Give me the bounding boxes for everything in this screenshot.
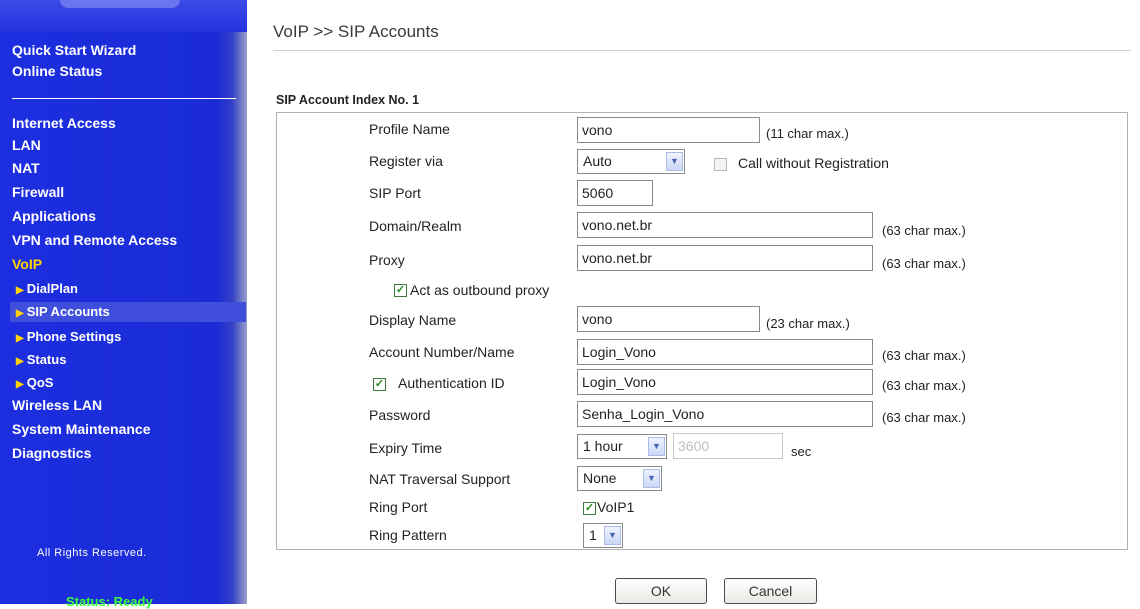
sidebar-item-voip[interactable]: VoIP: [12, 256, 42, 272]
sidebar-item-system-maintenance[interactable]: System Maintenance: [12, 421, 151, 437]
sip-port-input[interactable]: [577, 180, 653, 206]
account-number-hint: (63 char max.): [882, 348, 966, 363]
triangle-right-icon: ▶: [16, 333, 24, 344]
display-name-input[interactable]: [577, 306, 760, 332]
authentication-id-checkbox[interactable]: ✓: [373, 378, 386, 391]
password-label: Password: [369, 407, 431, 423]
ring-pattern-label: Ring Pattern: [369, 527, 447, 543]
sidebar-subitem-phone-settings[interactable]: ▶ Phone Settings: [16, 329, 121, 344]
profile-name-label: Profile Name: [369, 121, 450, 137]
register-via-label: Register via: [369, 153, 443, 169]
account-number-label: Account Number/Name: [369, 344, 515, 360]
register-via-value: Auto: [583, 153, 612, 169]
ring-port-value: VoIP1: [597, 499, 635, 515]
outbound-proxy-label: Act as outbound proxy: [410, 282, 550, 298]
sidebar-divider: [12, 98, 236, 99]
sidebar-logo-band: [0, 0, 247, 32]
sidebar-item-wireless-lan[interactable]: Wireless LAN: [12, 397, 102, 413]
sidebar-item-nat[interactable]: NAT: [12, 160, 40, 176]
call-without-registration-checkbox[interactable]: [714, 158, 727, 171]
status-text: Status: Ready: [66, 594, 153, 609]
sidebar-subitem-label: SIP Accounts: [26, 304, 110, 319]
proxy-label: Proxy: [369, 252, 405, 268]
sidebar-item-applications[interactable]: Applications: [12, 208, 96, 224]
cancel-button[interactable]: Cancel: [724, 578, 817, 604]
rights-text: All Rights Reserved.: [37, 547, 147, 559]
proxy-input[interactable]: [577, 245, 873, 271]
profile-name-input[interactable]: [577, 117, 760, 143]
ring-port-checkbox[interactable]: ✓: [583, 502, 596, 515]
chevron-down-icon: ▼: [643, 469, 660, 488]
profile-name-hint: (11 char max.): [766, 126, 849, 141]
account-number-input[interactable]: [577, 339, 873, 365]
page-title: VoIP >> SIP Accounts: [273, 22, 439, 41]
nat-traversal-value: None: [583, 470, 617, 486]
display-name-label: Display Name: [369, 312, 457, 328]
sidebar-subitem-label: Phone Settings: [26, 329, 122, 344]
sidebar-item-internet-access[interactable]: Internet Access: [12, 115, 116, 131]
sidebar-item-diagnostics[interactable]: Diagnostics: [12, 445, 91, 461]
call-without-registration-label: Call without Registration: [738, 155, 889, 171]
outbound-proxy-checkbox[interactable]: ✓: [394, 284, 407, 297]
chevron-down-icon: ▼: [604, 526, 621, 545]
nat-traversal-select[interactable]: None ▼: [577, 466, 662, 491]
sidebar-item-lan[interactable]: LAN: [12, 137, 41, 153]
expiry-seconds-input[interactable]: [673, 433, 783, 459]
triangle-right-icon: ▶: [16, 308, 24, 319]
display-name-hint: (23 char max.): [766, 316, 850, 331]
nat-traversal-label: NAT Traversal Support: [369, 471, 511, 487]
section-title: SIP Account Index No. 1: [276, 93, 420, 107]
ring-pattern-value: 1: [589, 527, 597, 543]
sip-port-label: SIP Port: [369, 185, 421, 201]
domain-input[interactable]: [577, 212, 873, 238]
authentication-id-label: Authentication ID: [398, 375, 505, 391]
password-hint: (63 char max.): [882, 410, 966, 425]
sidebar-subitem-dialplan[interactable]: ▶ DialPlan: [16, 281, 78, 296]
password-input[interactable]: [577, 401, 873, 427]
ring-pattern-select[interactable]: 1 ▼: [583, 523, 623, 548]
triangle-right-icon: ▶: [16, 379, 24, 390]
sidebar-item-quick-start-wizard[interactable]: Quick Start Wizard: [12, 42, 136, 58]
authentication-id-input[interactable]: [577, 369, 873, 395]
sidebar-subitem-label: DialPlan: [26, 281, 78, 296]
ring-port-label: Ring Port: [369, 499, 428, 515]
sidebar-subitem-qos[interactable]: ▶ QoS: [16, 375, 53, 390]
expiry-time-select[interactable]: 1 hour ▼: [577, 434, 667, 459]
sidebar-subitem-sip-accounts[interactable]: ▶ SIP Accounts: [10, 302, 246, 322]
chevron-down-icon: ▼: [666, 152, 683, 171]
title-divider: [273, 50, 1131, 51]
chevron-down-icon: ▼: [648, 437, 665, 456]
authentication-id-hint: (63 char max.): [882, 378, 966, 393]
sidebar-subitem-label: Status: [26, 352, 67, 367]
domain-label: Domain/Realm: [369, 218, 462, 234]
triangle-right-icon: ▶: [16, 356, 24, 367]
expiry-time-value: 1 hour: [583, 438, 623, 454]
expiry-unit-label: sec: [791, 444, 812, 459]
ok-button[interactable]: OK: [615, 578, 707, 604]
sidebar-subitem-label: QoS: [26, 375, 54, 390]
sidebar-item-firewall[interactable]: Firewall: [12, 184, 64, 200]
register-via-select[interactable]: Auto ▼: [577, 149, 685, 174]
sidebar-item-online-status[interactable]: Online Status: [12, 63, 102, 79]
sidebar-item-vpn[interactable]: VPN and Remote Access: [12, 232, 177, 248]
sidebar-subitem-status[interactable]: ▶ Status: [16, 352, 66, 367]
proxy-hint: (63 char max.): [882, 256, 966, 271]
expiry-time-label: Expiry Time: [369, 440, 443, 456]
sidebar: Quick Start Wizard Online Status Interne…: [0, 0, 247, 609]
domain-hint: (63 char max.): [882, 223, 966, 238]
triangle-right-icon: ▶: [16, 285, 24, 296]
